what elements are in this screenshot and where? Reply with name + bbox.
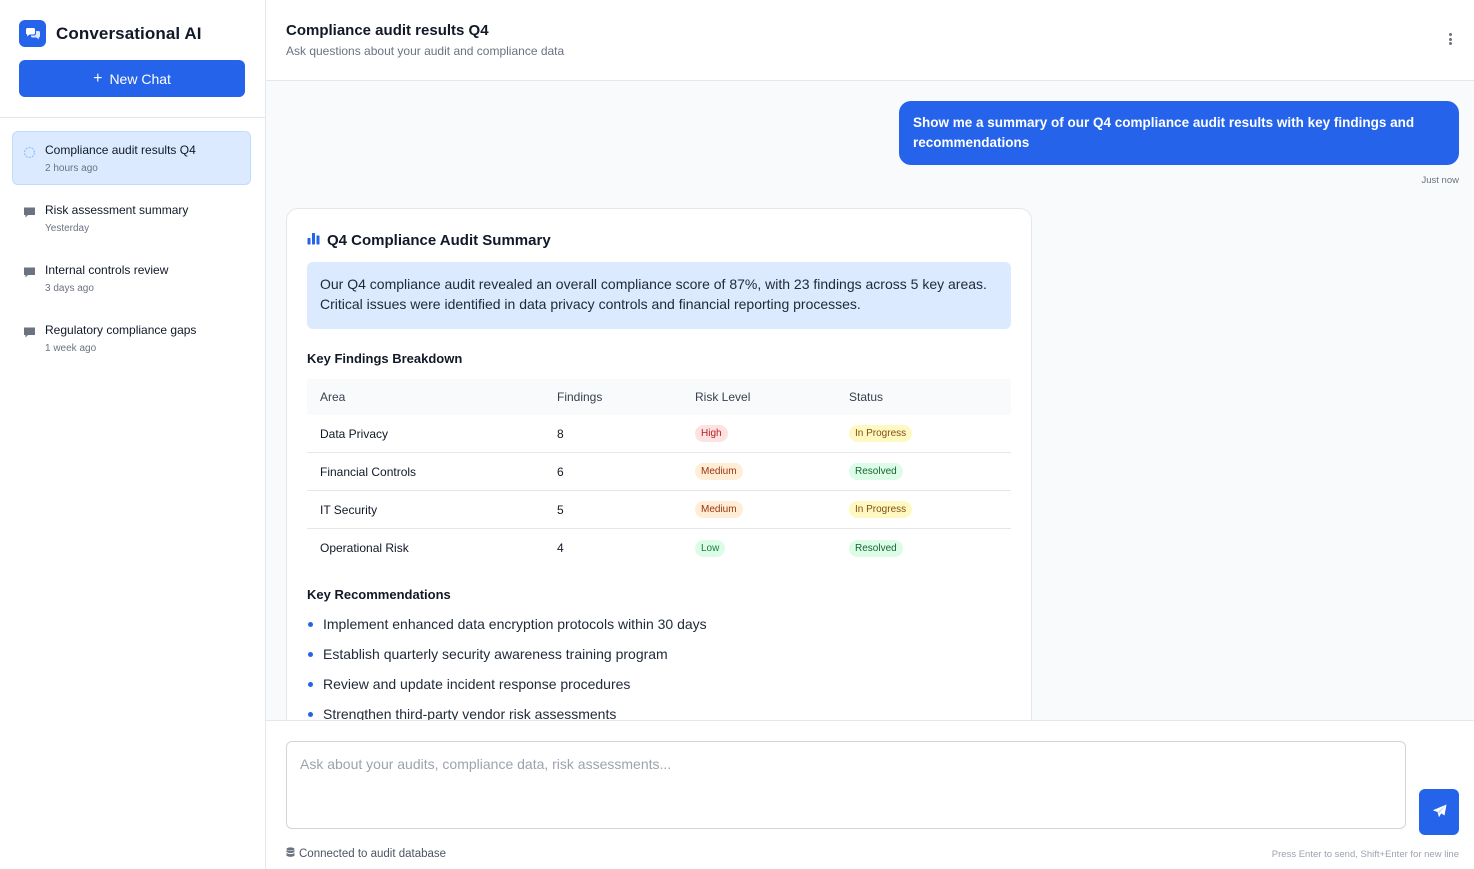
cell-findings: 8 xyxy=(557,426,564,441)
list-item: Strengthen third-party vendor risk asses… xyxy=(307,704,1011,720)
chat-logo-icon xyxy=(19,20,46,47)
main-panel: Compliance audit results Q4 Ask question… xyxy=(266,0,1474,869)
column-header-area: Area xyxy=(320,390,346,404)
findings-table: Area Findings Risk Level Status Data Pri… xyxy=(307,379,1011,567)
cell-area: Financial Controls xyxy=(320,464,417,479)
cell-area: Data Privacy xyxy=(320,426,389,441)
composer: Connected to audit database Press Enter … xyxy=(266,720,1474,869)
column-header-findings: Findings xyxy=(557,390,603,404)
database-icon xyxy=(286,847,295,861)
list-item: Implement enhanced data encryption proto… xyxy=(307,614,1011,644)
recommendation-text: Strengthen third-party vendor risk asses… xyxy=(323,706,617,720)
conversation-title: Risk assessment summary xyxy=(45,203,189,217)
message-timestamp: Just now xyxy=(1421,175,1460,186)
more-options-icon[interactable] xyxy=(1446,31,1454,47)
chat-bubble-icon xyxy=(23,326,36,339)
summary-callout: Our Q4 compliance audit revealed an over… xyxy=(307,262,1011,329)
cell-findings: 5 xyxy=(557,502,564,517)
chat-bubble-icon xyxy=(23,206,36,219)
list-item: Review and update incident response proc… xyxy=(307,674,1011,704)
cell-findings: 4 xyxy=(557,541,564,555)
conversation-time: 1 week ago xyxy=(45,343,97,354)
recommendations-heading: Key Recommendations xyxy=(307,587,451,602)
sidebar: Conversational AI + New Chat Compliance … xyxy=(0,0,266,869)
chat-bubble-icon xyxy=(23,266,36,279)
user-message: Show me a summary of our Q4 compliance a… xyxy=(899,101,1459,165)
message-area[interactable]: Show me a summary of our Q4 compliance a… xyxy=(266,81,1474,720)
cell-findings: 6 xyxy=(557,464,564,479)
assistant-message: Q4 Compliance Audit Summary Our Q4 compl… xyxy=(286,208,1032,720)
chat-title: Compliance audit results Q4 xyxy=(286,22,489,39)
bullet-dot-icon xyxy=(308,652,313,657)
conversation-item-regulatory-gaps[interactable]: Regulatory compliance gaps 1 week ago xyxy=(12,311,251,365)
status-badge: In Progress xyxy=(849,425,913,442)
column-header-risk-level: Risk Level xyxy=(695,390,751,404)
conversation-time: Yesterday xyxy=(45,223,90,234)
card-title-text: Q4 Compliance Audit Summary xyxy=(327,232,551,249)
table-row: IT Security 5 Medium In Progress xyxy=(307,491,1011,529)
risk-badge: Low xyxy=(695,539,726,557)
connection-status-text: Connected to audit database xyxy=(299,848,447,860)
chat-header: Compliance audit results Q4 Ask question… xyxy=(266,0,1474,81)
send-button[interactable] xyxy=(1419,789,1459,835)
table-row: Data Privacy 8 High In Progress xyxy=(307,415,1011,453)
bullet-dot-icon xyxy=(308,712,313,717)
risk-badge: Medium xyxy=(695,501,743,518)
conversation-title: Regulatory compliance gaps xyxy=(45,323,197,337)
list-item: Establish quarterly security awareness t… xyxy=(307,644,1011,674)
conversation-list: Compliance audit results Q4 2 hours ago … xyxy=(12,131,251,371)
keyboard-hint: Press Enter to send, Shift+Enter for new… xyxy=(1271,849,1459,860)
table-row: Operational Risk 4 Low Resolved xyxy=(307,529,1011,567)
findings-heading: Key Findings Breakdown xyxy=(307,351,463,366)
recommendation-text: Implement enhanced data encryption proto… xyxy=(323,616,707,632)
status-badge: Resolved xyxy=(849,539,903,557)
recommendation-text: Establish quarterly security awareness t… xyxy=(323,646,668,662)
conversation-item-risk-assessment[interactable]: Risk assessment summary Yesterday xyxy=(12,191,251,245)
assistant-message-title: Q4 Compliance Audit Summary xyxy=(307,232,551,249)
app-title: Conversational AI xyxy=(56,23,202,43)
chat-subtitle: Ask questions about your audit and compl… xyxy=(286,44,565,58)
recommendations-list: Implement enhanced data encryption proto… xyxy=(307,614,1011,720)
bullet-dot-icon xyxy=(308,682,313,687)
sidebar-divider xyxy=(0,117,265,118)
conversation-title: Internal controls review xyxy=(45,263,169,277)
conversation-item-compliance-audit-q4[interactable]: Compliance audit results Q4 2 hours ago xyxy=(12,131,251,185)
loading-circle-icon xyxy=(23,146,36,159)
status-badge: Resolved xyxy=(849,463,903,480)
new-chat-button[interactable]: + New Chat xyxy=(19,60,245,97)
recommendation-text: Review and update incident response proc… xyxy=(323,676,631,692)
bullet-dot-icon xyxy=(308,622,313,627)
table-row: Financial Controls 6 Medium Resolved xyxy=(307,453,1011,491)
message-input[interactable] xyxy=(286,741,1406,829)
conversation-item-internal-controls[interactable]: Internal controls review 3 days ago xyxy=(12,251,251,305)
bar-chart-icon xyxy=(307,232,320,249)
new-chat-label: New Chat xyxy=(109,70,171,87)
cell-area: Operational Risk xyxy=(320,541,409,555)
risk-badge: Medium xyxy=(695,463,743,480)
conversation-time: 3 days ago xyxy=(45,283,94,294)
conversation-time: 2 hours ago xyxy=(45,163,98,174)
cell-area: IT Security xyxy=(320,502,378,517)
conversation-title: Compliance audit results Q4 xyxy=(45,143,196,157)
column-header-status: Status xyxy=(849,390,884,404)
table-header-row: Area Findings Risk Level Status xyxy=(307,379,1011,415)
connection-status: Connected to audit database xyxy=(286,847,446,861)
plus-icon: + xyxy=(93,69,103,87)
risk-badge: High xyxy=(695,425,728,442)
brand: Conversational AI xyxy=(19,20,202,47)
send-icon xyxy=(1432,804,1447,821)
status-badge: In Progress xyxy=(849,501,913,518)
